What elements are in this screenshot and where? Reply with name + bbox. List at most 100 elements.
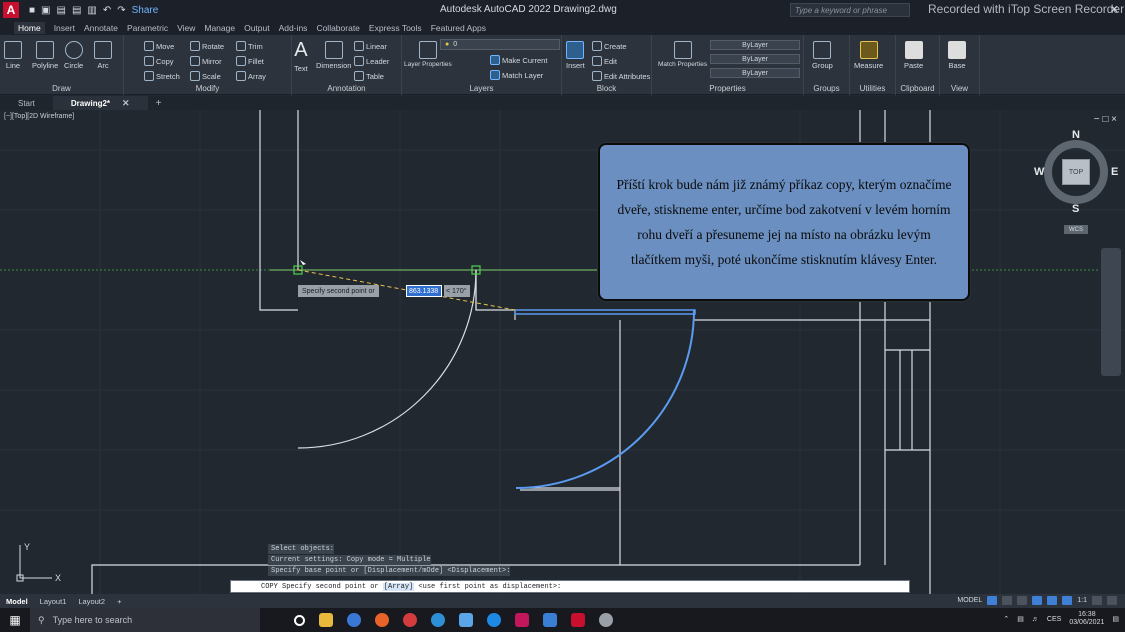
edit-attributes-button[interactable]: Edit Attributes <box>592 71 650 81</box>
linetype-dropdown[interactable]: ByLayer <box>710 54 800 64</box>
text-button[interactable]: A Text <box>294 39 308 73</box>
other-app-icon[interactable] <box>599 613 613 627</box>
snap-toggle[interactable] <box>1002 596 1013 605</box>
line-button[interactable]: Line <box>4 41 22 70</box>
save-icon[interactable]: ▤ <box>57 5 66 16</box>
tab-output[interactable]: Output <box>244 23 270 33</box>
tab-layout1[interactable]: Layout1 <box>34 597 73 606</box>
leader-button[interactable]: Leader <box>354 56 389 66</box>
dynamic-input-angle[interactable]: < 170° <box>444 285 470 297</box>
add-layout-icon[interactable]: + <box>111 597 127 606</box>
group-button[interactable]: Group <box>812 41 833 70</box>
make-current-button[interactable]: Make Current <box>490 55 547 65</box>
autocad-logo[interactable]: A <box>3 2 19 18</box>
windows-start-icon[interactable]: ▦ <box>0 608 30 632</box>
utilities-panel-title[interactable]: Utilities <box>850 84 895 93</box>
array-option[interactable]: [Array] <box>382 582 415 591</box>
opera-icon[interactable] <box>403 613 417 627</box>
drawing-viewport[interactable]: [−][Top][2D Wireframe] − □ × TOP N S W E… <box>0 110 1125 594</box>
language-indicator[interactable]: CES <box>1047 616 1061 623</box>
taskbar-search[interactable]: ⚲ Type here to search <box>30 608 260 632</box>
modify-panel-title[interactable]: Modify <box>124 84 291 93</box>
new-file-icon[interactable]: ■ <box>29 5 35 16</box>
move-button[interactable]: Move <box>144 41 174 51</box>
dimension-button[interactable]: Dimension <box>316 41 351 70</box>
fillet-button[interactable]: Fillet <box>236 56 264 66</box>
cortana-icon[interactable] <box>294 614 305 626</box>
otrack-toggle[interactable] <box>1062 596 1073 605</box>
close-tab-icon[interactable]: ✕ <box>122 98 130 109</box>
properties-panel-title[interactable]: Properties <box>652 84 803 93</box>
layers-panel-title[interactable]: Layers <box>402 84 561 93</box>
polyline-button[interactable]: Polyline <box>32 41 58 70</box>
view-panel-title[interactable]: View <box>940 84 979 93</box>
tab-featured-apps[interactable]: Featured Apps <box>431 23 486 33</box>
stretch-button[interactable]: Stretch <box>144 71 180 81</box>
circle-button[interactable]: Circle <box>64 41 83 70</box>
edit-block-button[interactable]: Edit <box>592 56 617 66</box>
tab-home[interactable]: Home <box>14 21 45 34</box>
save-as-icon[interactable]: ▤ <box>72 5 81 16</box>
clock[interactable]: 16:38 03/06/2021 <box>1069 611 1104 627</box>
tab-model[interactable]: Model <box>0 597 34 606</box>
viewcube[interactable]: TOP N S W E <box>1034 129 1118 215</box>
tab-express-tools[interactable]: Express Tools <box>369 23 422 33</box>
window-close-icon[interactable]: ✕ <box>1110 3 1119 16</box>
measure-button[interactable]: Measure <box>854 41 883 70</box>
firefox-icon[interactable] <box>375 613 389 627</box>
create-block-button[interactable]: Create <box>592 41 627 51</box>
insert-block-button[interactable]: Insert <box>566 41 585 70</box>
network-icon[interactable]: ▤ <box>1017 615 1024 623</box>
store-icon[interactable] <box>543 613 557 627</box>
tab-layout2[interactable]: Layout2 <box>72 597 111 606</box>
media-icon[interactable] <box>515 613 529 627</box>
ortho-toggle[interactable] <box>1017 596 1028 605</box>
compass-east[interactable]: E <box>1111 166 1118 178</box>
compass-west[interactable]: W <box>1034 166 1044 178</box>
tab-parametric[interactable]: Parametric <box>127 23 168 33</box>
tab-annotate[interactable]: Annotate <box>84 23 118 33</box>
color-dropdown[interactable]: ByLayer <box>710 40 800 50</box>
osnap-toggle[interactable] <box>1047 596 1058 605</box>
grid-toggle[interactable] <box>987 596 998 605</box>
notifications-icon[interactable]: ▤ <box>1112 615 1119 623</box>
array-button[interactable]: Array <box>236 71 266 81</box>
tab-collaborate[interactable]: Collaborate <box>316 23 359 33</box>
share-button[interactable]: Share <box>132 5 159 16</box>
file-explorer-icon[interactable] <box>319 613 333 627</box>
clipboard-panel-title[interactable]: Clipboard <box>896 84 939 93</box>
match-properties-button[interactable]: Match Properties <box>658 41 707 68</box>
edge-icon[interactable] <box>347 613 361 627</box>
tray-chevron-icon[interactable]: ⌃ <box>1003 615 1009 623</box>
viewcube-top-face[interactable]: TOP <box>1062 159 1090 185</box>
viewport-controls-label[interactable]: [−][Top][2D Wireframe] <box>4 113 74 120</box>
customize-menu-icon[interactable] <box>1107 596 1117 605</box>
annotation-panel-title[interactable]: Annotation <box>292 84 401 93</box>
scale-button[interactable]: Scale <box>190 71 221 81</box>
navigation-bar[interactable] <box>1101 248 1121 376</box>
undo-icon[interactable]: ↶ <box>103 5 111 16</box>
open-file-icon[interactable]: ▣ <box>41 5 50 16</box>
volume-icon[interactable]: ♬ <box>1032 616 1039 623</box>
arc-button[interactable]: Arc <box>94 41 112 70</box>
annotation-scale[interactable]: 1:1 <box>1077 597 1087 604</box>
tab-start[interactable]: Start <box>0 96 53 110</box>
wcs-menu[interactable]: WCS <box>1064 225 1088 234</box>
draw-panel-title[interactable]: Draw <box>0 84 123 93</box>
model-space-toggle[interactable]: MODEL <box>957 597 982 604</box>
workspace-gear-icon[interactable] <box>1092 596 1102 605</box>
tab-manage[interactable]: Manage <box>204 23 235 33</box>
groups-panel-title[interactable]: Groups <box>804 84 849 93</box>
command-line-input[interactable]: COPY Specify second point or [Array] <us… <box>230 580 910 593</box>
block-panel-title[interactable]: Block <box>562 84 651 93</box>
tab-drawing2[interactable]: Drawing2* ✕ <box>52 96 148 110</box>
lineweight-dropdown[interactable]: ByLayer <box>710 68 800 78</box>
paste-button[interactable]: Paste <box>904 41 923 70</box>
chrome-icon[interactable] <box>431 613 445 627</box>
tab-addins[interactable]: Add-ins <box>279 23 308 33</box>
trim-button[interactable]: Trim <box>236 41 263 51</box>
skype-icon[interactable] <box>487 613 501 627</box>
table-button[interactable]: Table <box>354 71 384 81</box>
rotate-button[interactable]: Rotate <box>190 41 224 51</box>
base-button[interactable]: Base <box>948 41 966 70</box>
